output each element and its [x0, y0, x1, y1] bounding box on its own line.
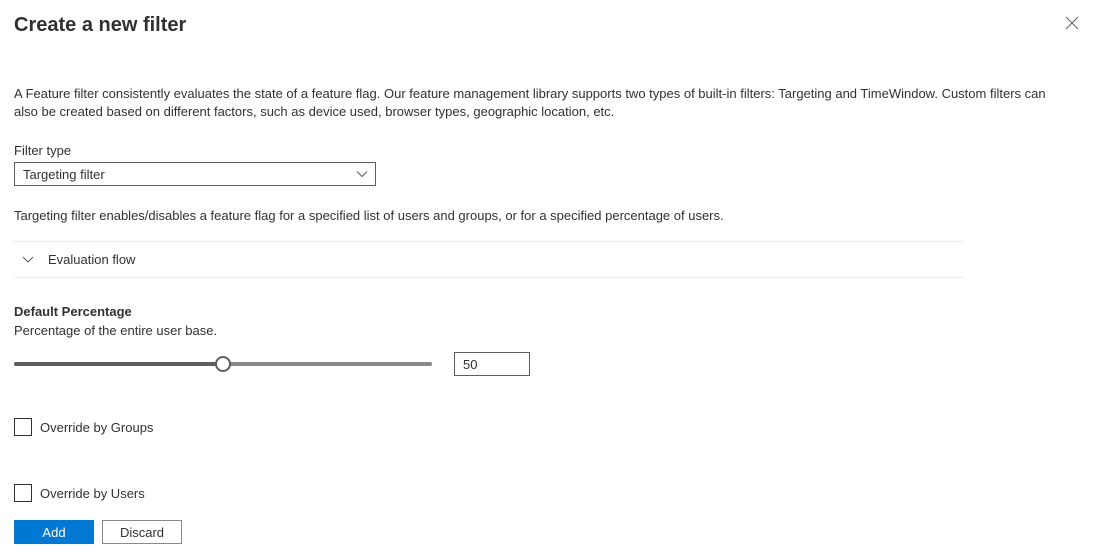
override-users-label[interactable]: Override by Users: [40, 486, 145, 501]
chevron-down-icon: [22, 252, 34, 267]
override-users-checkbox[interactable]: [14, 484, 32, 502]
discard-button[interactable]: Discard: [102, 520, 182, 544]
page-title: Create a new filter: [14, 14, 186, 37]
percentage-slider[interactable]: [14, 356, 432, 372]
targeting-description: Targeting filter enables/disables a feat…: [14, 208, 1079, 223]
override-groups-label[interactable]: Override by Groups: [40, 420, 153, 435]
evaluation-flow-label: Evaluation flow: [48, 252, 135, 267]
percentage-input[interactable]: [454, 352, 530, 376]
filter-type-select[interactable]: Targeting filter: [14, 162, 376, 186]
evaluation-flow-expander[interactable]: Evaluation flow: [14, 242, 964, 277]
filter-type-value: Targeting filter: [23, 167, 105, 182]
slider-fill: [14, 362, 223, 366]
default-percentage-subtitle: Percentage of the entire user base.: [14, 323, 1079, 338]
default-percentage-title: Default Percentage: [14, 304, 1079, 319]
add-button[interactable]: Add: [14, 520, 94, 544]
close-icon: [1065, 18, 1079, 33]
close-button[interactable]: [1061, 12, 1083, 37]
filter-description: A Feature filter consistently evaluates …: [14, 85, 1064, 121]
slider-thumb[interactable]: [215, 356, 231, 372]
divider: [14, 277, 964, 278]
override-groups-checkbox[interactable]: [14, 418, 32, 436]
filter-type-label: Filter type: [14, 143, 1079, 158]
